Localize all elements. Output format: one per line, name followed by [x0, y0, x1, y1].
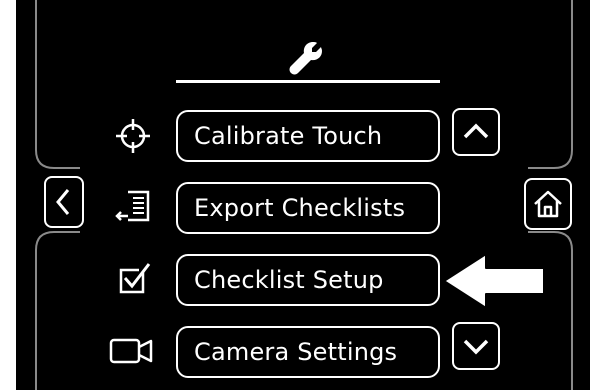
scroll-down-button[interactable]: [452, 322, 500, 370]
chevron-left-icon: [56, 189, 70, 215]
export-list-icon: [114, 186, 154, 226]
chevron-down-icon: [463, 339, 489, 355]
calibrate-touch-button[interactable]: Calibrate Touch: [176, 110, 440, 162]
chevron-up-icon: [463, 123, 489, 139]
wrench-icon: [287, 38, 327, 78]
home-button[interactable]: [524, 178, 572, 230]
camera-icon: [108, 332, 160, 368]
checkbox-checked-icon: [115, 258, 155, 298]
back-button[interactable]: [44, 176, 84, 228]
crosshair-target-icon: [113, 116, 153, 156]
home-icon: [534, 190, 562, 218]
header-divider: [176, 80, 440, 83]
checklist-setup-button[interactable]: Checklist Setup: [176, 254, 440, 306]
export-checklists-button[interactable]: Export Checklists: [176, 182, 440, 234]
pointer-arrow: [443, 253, 545, 309]
scroll-up-button[interactable]: [452, 108, 500, 156]
camera-settings-button[interactable]: Camera Settings: [176, 326, 440, 378]
